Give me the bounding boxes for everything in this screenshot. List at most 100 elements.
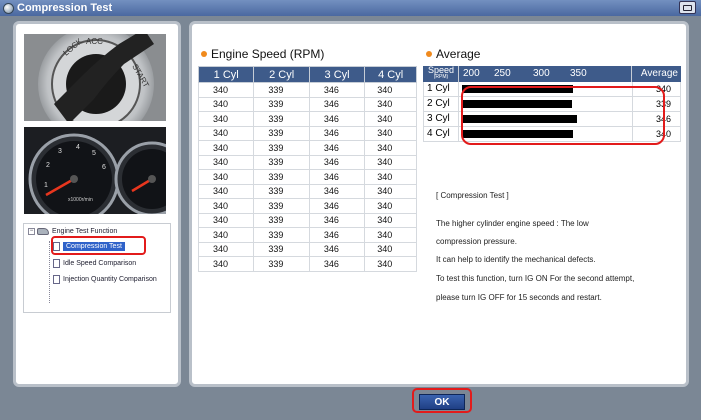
description-line: The higher cylinder engine speed : The l… — [436, 219, 589, 228]
table-cell: 346 — [309, 126, 366, 141]
svg-text:5: 5 — [92, 150, 96, 157]
svg-text:2: 2 — [46, 162, 50, 169]
table-row: 340 339 346 340 — [197, 140, 417, 156]
table-cell: 340 — [364, 198, 417, 214]
table-cell: 346 — [309, 140, 366, 156]
tree-item-idle-speed-comparison[interactable]: Idle Speed Comparison — [53, 259, 136, 268]
tree-item-injection-quantity-comparison[interactable]: Injection Quantity Comparison — [53, 275, 157, 284]
table-cell: 340 — [364, 126, 417, 141]
table-cell: 340 — [364, 140, 417, 156]
column-header: 1 Cyl — [197, 66, 255, 83]
tree-root[interactable]: − Engine Test Function — [28, 228, 117, 235]
tree-item-label: Injection Quantity Comparison — [63, 276, 157, 283]
svg-text:ACC: ACC — [86, 37, 103, 46]
table-cell: 340 — [364, 169, 417, 185]
engine-speed-table: 1 Cyl 2 Cyl 3 Cyl 4 Cyl 340 339 346 340 340 3… — [197, 66, 417, 272]
table-cell: 346 — [309, 256, 366, 272]
cylinder-label: 4 Cyl — [427, 128, 450, 139]
ok-highlight: OK — [412, 388, 472, 413]
table-cell: 340 — [197, 227, 255, 243]
table-cell: 346 — [309, 227, 366, 243]
column-header: 4 Cyl — [364, 66, 417, 83]
table-cell: 340 — [364, 213, 417, 228]
tree-item-label: Idle Speed Comparison — [63, 260, 137, 267]
table-cell: 340 — [364, 155, 417, 170]
window-control-button[interactable] — [679, 1, 696, 14]
engine-speed-rows: 340 339 346 340 340 339 346 340 340 339 346 340 340 3… — [197, 82, 417, 272]
table-row: 340 339 346 340 — [197, 242, 417, 257]
table-cell: 346 — [309, 169, 366, 185]
table-cell: 339 — [253, 140, 310, 156]
table-cell: 339 — [253, 242, 310, 257]
gauge-unit: x1000r/min — [68, 197, 93, 203]
title-bar: Compression Test — [0, 0, 701, 16]
column-header: 3 Cyl — [308, 66, 366, 83]
column-header: 2 Cyl — [253, 66, 310, 83]
table-cell: 346 — [309, 213, 366, 228]
table-cell: 339 — [253, 213, 310, 228]
cylinder-label: 3 Cyl — [427, 113, 450, 124]
table-cell: 339 — [253, 184, 310, 199]
table-cell: 340 — [197, 97, 255, 112]
table-cell: 340 — [197, 242, 255, 257]
axis-tick: 200 — [463, 68, 480, 79]
table-cell: 339 — [253, 97, 310, 112]
document-icon — [53, 259, 60, 268]
collapse-icon[interactable]: − — [28, 228, 35, 235]
selection-highlight — [51, 236, 146, 255]
row-divider — [458, 97, 459, 111]
table-cell: 340 — [364, 97, 417, 112]
speed-axis-label: Speed (RPM) — [427, 65, 455, 81]
app-icon — [3, 2, 14, 14]
table-row: 340 339 346 340 — [197, 111, 417, 127]
svg-text:3: 3 — [58, 148, 62, 155]
table-cell: 340 — [197, 213, 255, 228]
table-row: 340 339 346 340 — [197, 97, 417, 112]
table-cell: 340 — [197, 140, 255, 156]
table-cell: 339 — [253, 169, 310, 185]
ignition-key-image: LOCK ACC START — [24, 34, 166, 121]
table-cell: 340 — [364, 184, 417, 199]
table-cell: 340 — [197, 184, 255, 199]
table-row: 340 339 346 340 — [197, 169, 417, 185]
document-icon — [53, 275, 60, 284]
table-cell: 340 — [364, 227, 417, 243]
table-cell: 339 — [253, 82, 310, 98]
axis-tick: 350 — [570, 68, 587, 79]
window-title: Compression Test — [17, 2, 113, 14]
average-column-label: Average — [640, 68, 678, 79]
svg-text:6: 6 — [102, 164, 106, 171]
folder-icon — [37, 228, 49, 235]
table-cell: 340 — [197, 111, 255, 127]
engine-speed-title: Engine Speed (RPM) — [201, 47, 324, 61]
row-divider — [458, 127, 459, 141]
table-row: 340 339 346 340 — [197, 126, 417, 141]
bars-highlight — [461, 86, 665, 145]
ok-button[interactable]: OK — [419, 394, 465, 410]
table-row: 340 339 346 340 — [197, 198, 417, 214]
average-header: Speed (RPM) 200 250 300 350 Average — [423, 66, 681, 82]
table-cell: 340 — [197, 169, 255, 185]
table-cell: 340 — [364, 242, 417, 257]
average-title: Average — [426, 47, 480, 61]
table-row: 340 339 346 340 — [197, 213, 417, 228]
table-cell: 339 — [253, 111, 310, 127]
description-line: compression pressure. — [436, 237, 517, 246]
description-line: To test this function, turn IG ON For th… — [436, 274, 635, 283]
table-row: 340 339 346 340 — [197, 155, 417, 170]
table-cell: 346 — [309, 198, 366, 214]
table-cell: 340 — [197, 256, 255, 272]
tree-root-label: Engine Test Function — [52, 228, 118, 235]
bullet-icon — [201, 51, 207, 57]
header-divider — [631, 66, 632, 82]
axis-tick: 250 — [494, 68, 511, 79]
table-cell: 346 — [309, 97, 366, 112]
tree-connector — [49, 241, 50, 303]
table-cell: 346 — [309, 111, 366, 127]
table-cell: 339 — [253, 126, 310, 141]
svg-text:1: 1 — [44, 182, 48, 189]
table-cell: 339 — [253, 155, 310, 170]
table-cell: 340 — [364, 82, 417, 98]
svg-text:4: 4 — [76, 144, 80, 151]
table-cell: 340 — [197, 198, 255, 214]
